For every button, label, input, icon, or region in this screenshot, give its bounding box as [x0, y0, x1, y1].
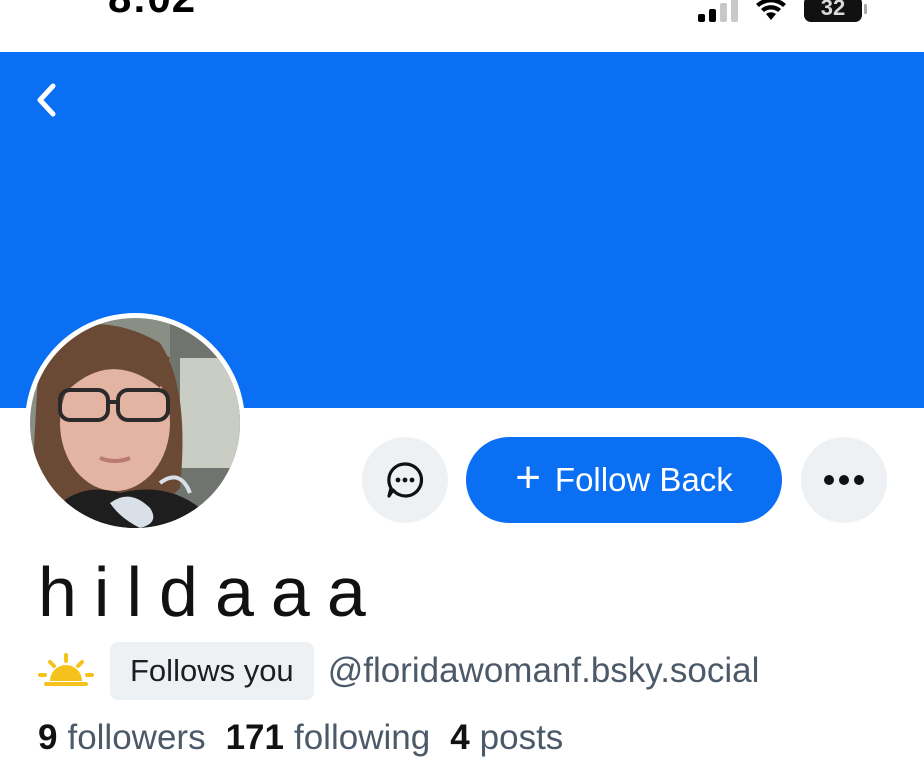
posts-stat: 4 posts [450, 718, 563, 758]
cellular-signal-icon [698, 0, 738, 22]
profile-stats: 9 followers 171 following 4 posts [38, 718, 583, 758]
follow-back-label: Follow Back [554, 461, 733, 498]
sun-icon [38, 653, 94, 686]
status-time: 8:02 [108, 0, 196, 22]
status-bar: 8:02 32 [0, 0, 924, 52]
following-stat[interactable]: 171 following [226, 718, 431, 758]
follow-back-button[interactable]: + Follow Back [466, 437, 782, 523]
posts-count: 4 [450, 718, 470, 757]
posts-label: posts [479, 718, 564, 757]
following-count: 171 [225, 718, 284, 757]
followers-count: 9 [38, 718, 58, 757]
battery-icon: 32 [804, 0, 867, 22]
display-name: hildaaa [38, 553, 383, 631]
wifi-icon [756, 0, 786, 20]
avatar-photo [30, 318, 240, 528]
more-options-button[interactable] [801, 437, 887, 523]
follows-you-badge: Follows you [110, 642, 314, 700]
chevron-left-icon [37, 83, 56, 117]
following-label: following [293, 718, 431, 757]
profile-meta-row: Follows you @floridawomanf.bsky.social [38, 641, 759, 701]
user-handle: @floridawomanf.bsky.social [327, 651, 760, 690]
status-icons: 32 [698, 0, 867, 22]
ellipsis-icon [824, 475, 864, 485]
chat-bubble-icon [387, 462, 424, 498]
followers-stat[interactable]: 9 followers [38, 718, 206, 758]
back-button[interactable] [26, 80, 66, 120]
message-button[interactable] [362, 437, 448, 523]
followers-label: followers [67, 718, 206, 757]
plus-icon: + [515, 453, 541, 502]
avatar[interactable] [25, 313, 245, 533]
